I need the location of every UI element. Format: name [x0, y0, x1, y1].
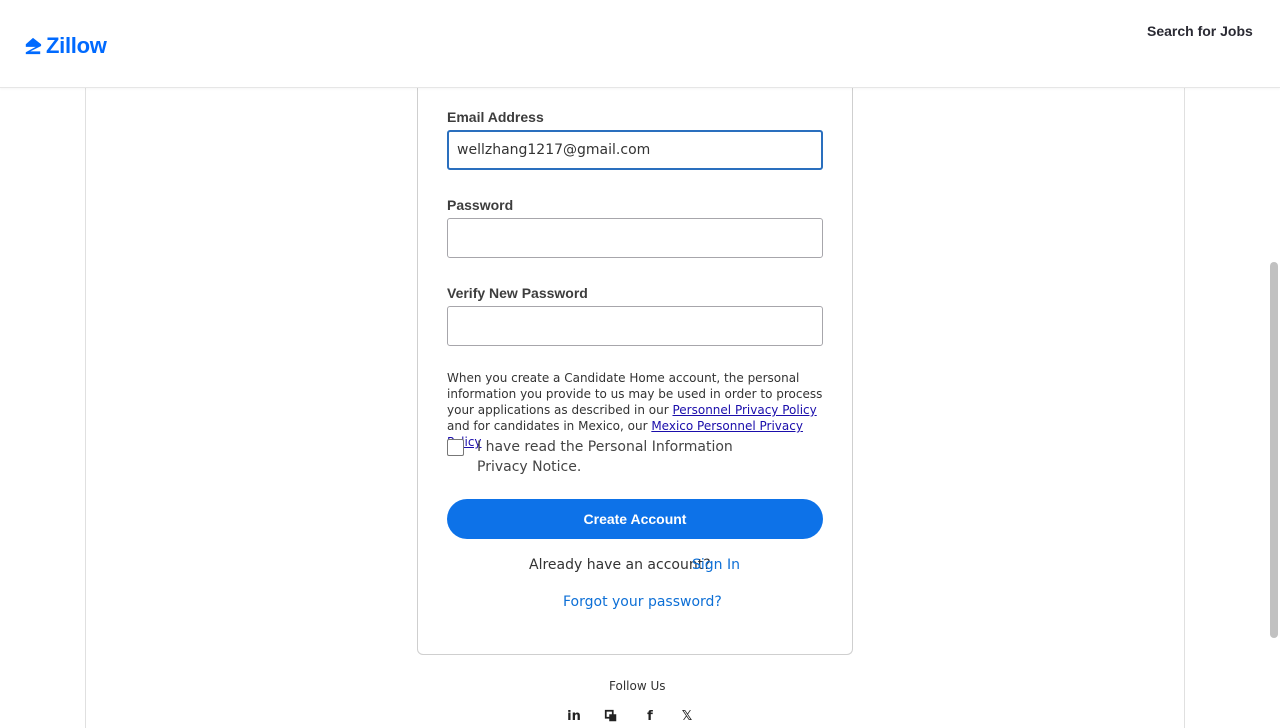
- password-field[interactable]: [447, 218, 823, 258]
- already-have-account-text: Already have an account?: [529, 557, 711, 573]
- x-icon[interactable]: 𝕏: [679, 708, 695, 724]
- zillow-logo-text: Zillow: [46, 33, 107, 58]
- linkedin-icon[interactable]: in: [566, 708, 582, 724]
- glassdoor-icon[interactable]: [603, 708, 619, 724]
- forgot-password-link[interactable]: Forgot your password?: [563, 594, 722, 610]
- privacy-checkbox-label[interactable]: I have read the Personal Information Pri…: [477, 437, 787, 477]
- site-header: Zillow Search for Jobs: [0, 0, 1280, 88]
- sign-in-link[interactable]: Sign In: [692, 557, 740, 573]
- verify-password-label: Verify New Password: [447, 285, 588, 301]
- search-for-jobs-link[interactable]: Search for Jobs: [1143, 20, 1257, 42]
- zillow-logo[interactable]: Zillow: [24, 20, 124, 72]
- password-label: Password: [447, 197, 514, 213]
- follow-us-label: Follow Us: [609, 679, 666, 693]
- facebook-icon[interactable]: f: [642, 708, 658, 724]
- personnel-privacy-policy-link[interactable]: Personnel Privacy Policy: [672, 403, 816, 417]
- email-field[interactable]: wellzhang1217@gmail.com: [447, 130, 823, 170]
- create-account-button[interactable]: Create Account: [447, 499, 823, 539]
- zillow-logo-icon: [25, 37, 42, 55]
- verify-password-field[interactable]: [447, 306, 823, 346]
- email-label: Email Address: [447, 109, 544, 125]
- page-scrollbar[interactable]: [1270, 262, 1278, 638]
- privacy-checkbox[interactable]: [447, 439, 464, 456]
- notice-text-middle: and for candidates in Mexico, our: [447, 419, 652, 433]
